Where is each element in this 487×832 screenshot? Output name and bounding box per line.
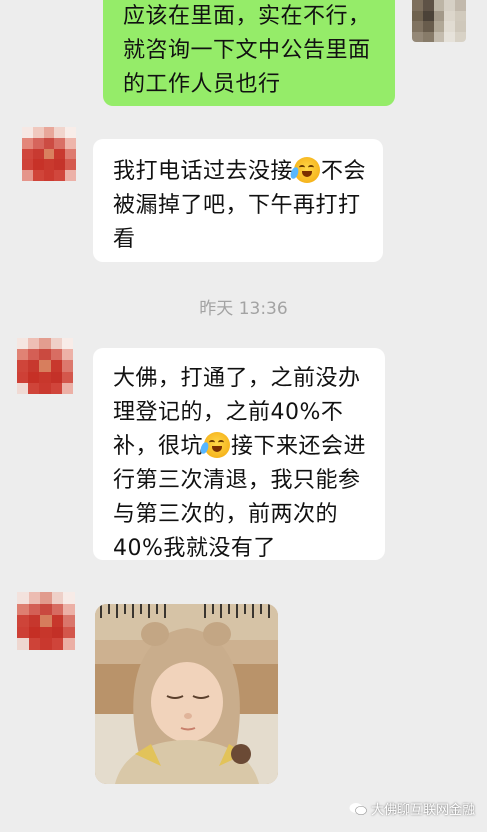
wechat-icon bbox=[349, 802, 367, 816]
own-avatar[interactable] bbox=[412, 0, 466, 42]
contact-avatar[interactable] bbox=[17, 338, 73, 394]
incoming-message-text: 我打电话过去没接 不会被漏掉了吧，下午再打打看 bbox=[113, 155, 367, 257]
baby-photo-sticker[interactable] bbox=[95, 604, 278, 784]
outgoing-message-bubble[interactable]: 应该在里面，实在不行，就咨询一下文中公告里面的工作人员也行 bbox=[103, 0, 395, 106]
baby-photo-image bbox=[95, 604, 278, 784]
message-text-part: 我打电话过去没接 bbox=[113, 159, 294, 184]
incoming-message-bubble[interactable]: 我打电话过去没接 不会被漏掉了吧，下午再打打看 bbox=[93, 139, 383, 262]
crying-laughing-emoji-icon bbox=[199, 432, 231, 458]
incoming-message-text: 大佛，打通了，之前没办理登记的，之前40%不补，很坑 接下来还会进行第三次清退，我… bbox=[113, 362, 371, 566]
contact-avatar[interactable] bbox=[17, 592, 75, 650]
crying-laughing-emoji-icon bbox=[289, 157, 321, 183]
outgoing-message-text: 应该在里面，实在不行，就咨询一下文中公告里面的工作人员也行 bbox=[123, 4, 371, 97]
watermark-text: 大佛聊互联网金融 bbox=[370, 803, 475, 818]
contact-avatar[interactable] bbox=[22, 127, 76, 181]
chat-timestamp: 昨天 13:36 bbox=[199, 299, 288, 319]
incoming-message-bubble[interactable]: 大佛，打通了，之前没办理登记的，之前40%不补，很坑 接下来还会进行第三次清退，我… bbox=[93, 348, 385, 561]
watermark: 大佛聊互联网金融 bbox=[349, 799, 475, 818]
